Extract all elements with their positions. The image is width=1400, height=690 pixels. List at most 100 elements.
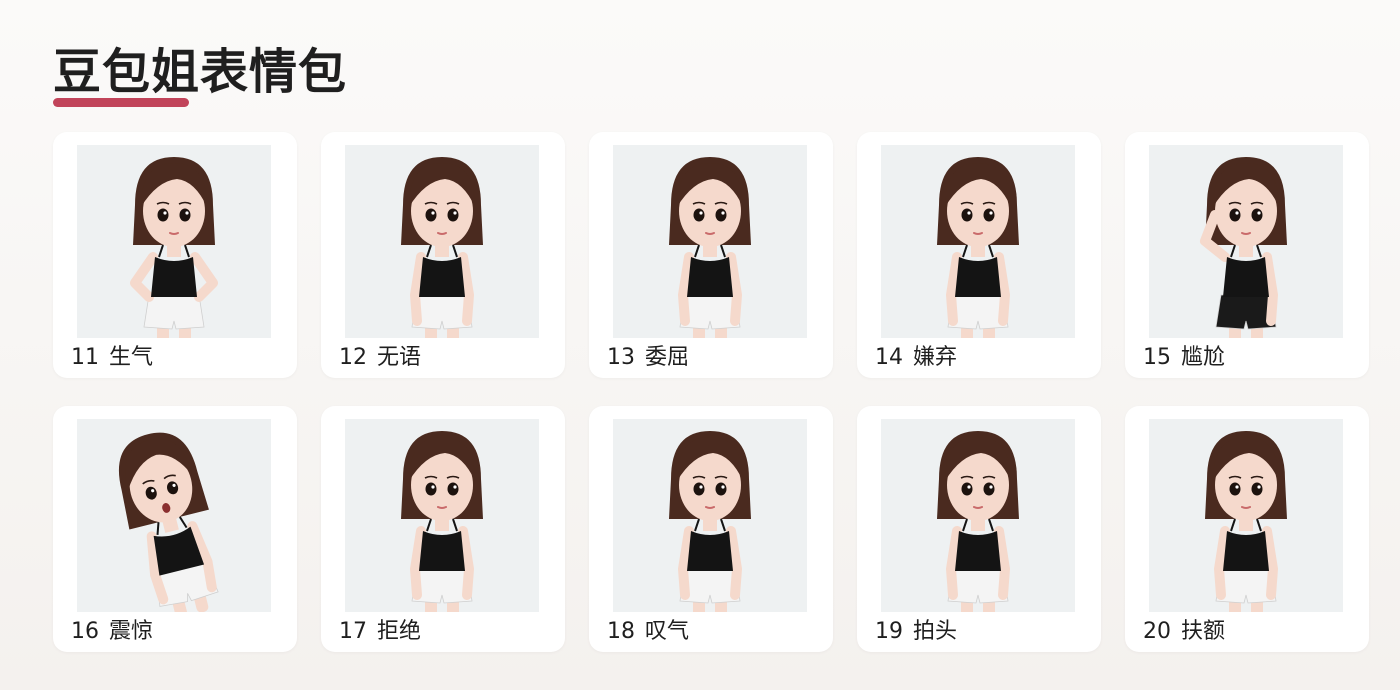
sticker-number: 15 xyxy=(1143,345,1171,370)
sticker-number: 12 xyxy=(339,345,367,370)
eye-highlight-left xyxy=(699,211,703,215)
eye-highlight-left xyxy=(699,485,703,489)
sticker-caption: 16 震惊 xyxy=(71,617,153,647)
eye-right xyxy=(715,208,727,222)
sticker-image xyxy=(881,145,1075,338)
character-illustration xyxy=(881,145,1075,338)
sticker-card[interactable]: 15 尴尬 xyxy=(1125,132,1369,378)
character-illustration xyxy=(345,419,539,612)
sticker-number: 14 xyxy=(875,345,903,370)
sticker-caption: 12 无语 xyxy=(339,343,421,373)
eye-highlight-right xyxy=(453,211,457,215)
eye-right xyxy=(447,208,459,222)
eye-highlight-right xyxy=(721,485,725,489)
tank-top xyxy=(419,531,465,571)
sticker-label: 拒绝 xyxy=(377,619,422,644)
tank-top xyxy=(687,531,733,571)
sticker-caption: 14 嫌弃 xyxy=(875,343,957,373)
eye-left xyxy=(961,482,973,496)
sticker-label: 叹气 xyxy=(645,619,690,644)
sticker-card[interactable]: 17 拒绝 xyxy=(321,406,565,652)
tank-top xyxy=(955,257,1001,297)
sticker-card[interactable]: 16 震惊 xyxy=(53,406,297,652)
sticker-number: 18 xyxy=(607,619,635,644)
sticker-card[interactable]: 20 扶额 xyxy=(1125,406,1369,652)
sticker-image xyxy=(345,145,539,338)
mouth xyxy=(437,506,447,509)
sticker-caption: 20 扶额 xyxy=(1143,617,1225,647)
mouth xyxy=(705,232,715,235)
sticker-caption: 15 尴尬 xyxy=(1143,343,1225,373)
mouth xyxy=(1241,232,1251,235)
eye-right xyxy=(983,482,995,496)
sticker-caption: 11 生气 xyxy=(71,343,153,373)
sticker-number: 17 xyxy=(339,619,367,644)
tank-top xyxy=(955,531,1001,571)
sticker-number: 11 xyxy=(71,345,99,370)
eye-highlight-right xyxy=(185,211,189,215)
eye-right xyxy=(447,482,459,496)
sticker-caption: 18 叹气 xyxy=(607,617,689,647)
character-illustration xyxy=(613,419,807,612)
tank-top xyxy=(687,257,733,297)
sticker-label: 震惊 xyxy=(109,619,154,644)
character-illustration xyxy=(1149,419,1343,612)
eye-highlight-left xyxy=(967,485,971,489)
eye-highlight-left xyxy=(431,485,435,489)
mouth xyxy=(1241,506,1251,509)
eye-highlight-right xyxy=(453,485,457,489)
sticker-card[interactable]: 18 叹气 xyxy=(589,406,833,652)
sticker-image xyxy=(1149,145,1343,338)
sticker-label: 拍头 xyxy=(913,619,958,644)
sticker-label: 扶额 xyxy=(1181,619,1226,644)
eye-left xyxy=(1229,208,1241,222)
sticker-card[interactable]: 12 无语 xyxy=(321,132,565,378)
page-title: 豆包姐表情包 xyxy=(53,44,348,100)
eye-highlight-left xyxy=(967,211,971,215)
tank-top xyxy=(151,257,197,297)
eye-highlight-left xyxy=(1235,211,1239,215)
mouth xyxy=(437,232,447,235)
eye-left xyxy=(425,208,437,222)
eye-highlight-right xyxy=(989,485,993,489)
eye-highlight-left xyxy=(163,211,167,215)
sticker-caption: 19 拍头 xyxy=(875,617,957,647)
eye-left xyxy=(425,482,437,496)
eye-right xyxy=(1251,208,1263,222)
mouth xyxy=(973,506,983,509)
sticker-card[interactable]: 14 嫌弃 xyxy=(857,132,1101,378)
eye-right xyxy=(715,482,727,496)
sticker-label: 无语 xyxy=(377,345,422,370)
sticker-card[interactable]: 11 生气 xyxy=(53,132,297,378)
character-illustration xyxy=(881,419,1075,612)
eye-highlight-right xyxy=(1257,485,1261,489)
eye-highlight-left xyxy=(1235,485,1239,489)
sticker-label: 嫌弃 xyxy=(913,345,958,370)
character-illustration xyxy=(77,145,271,338)
character-illustration xyxy=(613,145,807,338)
eye-right xyxy=(983,208,995,222)
eye-right xyxy=(179,208,191,222)
mouth xyxy=(169,232,179,235)
eye-left xyxy=(693,482,705,496)
mouth xyxy=(973,232,983,235)
sticker-image xyxy=(613,145,807,338)
sticker-number: 20 xyxy=(1143,619,1171,644)
eye-left xyxy=(693,208,705,222)
sticker-card[interactable]: 13 委屈 xyxy=(589,132,833,378)
tank-top xyxy=(1223,531,1269,571)
sticker-number: 16 xyxy=(71,619,99,644)
title-underline xyxy=(53,98,189,107)
sticker-image xyxy=(77,145,271,338)
eye-highlight-right xyxy=(1257,211,1261,215)
sticker-caption: 13 委屈 xyxy=(607,343,689,373)
tank-top xyxy=(419,257,465,297)
sticker-image xyxy=(881,419,1075,612)
character-illustration xyxy=(77,419,271,612)
sticker-grid: 11 生气 12 无语 13 委屈 14 嫌弃 15 尴尬 16 震惊 17 拒绝 xyxy=(53,132,1369,652)
mouth xyxy=(705,506,715,509)
sticker-card[interactable]: 19 拍头 xyxy=(857,406,1101,652)
character-illustration xyxy=(345,145,539,338)
sticker-label: 尴尬 xyxy=(1181,345,1226,370)
sticker-image xyxy=(345,419,539,612)
